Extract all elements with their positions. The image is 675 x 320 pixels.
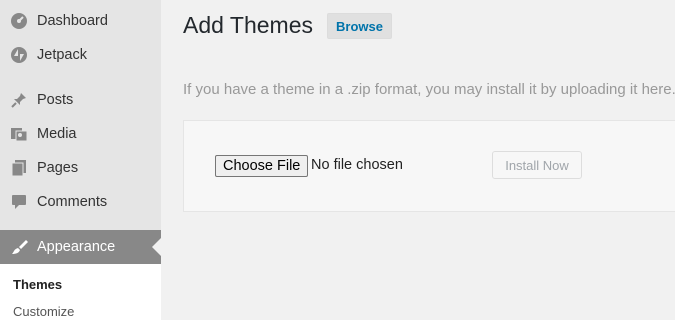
sidebar-item-label: Media — [37, 126, 77, 142]
sidebar-item-media[interactable]: Media — [0, 117, 161, 151]
sidebar-item-dashboard[interactable]: Dashboard — [0, 4, 161, 38]
pages-icon — [10, 159, 28, 177]
sidebar-item-label: Appearance — [37, 239, 116, 255]
brush-icon — [10, 238, 28, 256]
sidebar-item-label: Pages — [37, 160, 79, 176]
comment-icon — [10, 193, 28, 211]
choose-file-button[interactable]: Choose File — [215, 155, 309, 177]
sidebar-item-label: Dashboard — [37, 13, 108, 29]
sidebar-item-label: Posts — [37, 92, 74, 108]
current-menu-arrow — [152, 238, 161, 256]
upload-help-text: If you have a theme in a .zip format, yo… — [183, 81, 675, 98]
file-status-text: No file chosen — [311, 157, 403, 173]
media-icon — [10, 125, 28, 143]
sidebar-item-label: Comments — [37, 194, 108, 210]
appearance-submenu: Themes Customize — [0, 264, 161, 320]
sidebar-item-pages[interactable]: Pages — [0, 151, 161, 185]
jetpack-icon — [10, 46, 28, 64]
pin-icon — [10, 91, 28, 109]
submenu-item-themes[interactable]: Themes — [13, 277, 62, 292]
admin-sidebar: Dashboard Jetpack Posts Media Pages Comm… — [0, 0, 161, 320]
submenu-item-customize[interactable]: Customize — [13, 304, 74, 319]
sidebar-item-comments[interactable]: Comments — [0, 185, 161, 219]
sidebar-item-appearance[interactable]: Appearance — [0, 230, 161, 264]
page-title: Add Themes — [183, 12, 313, 38]
sidebar-item-posts[interactable]: Posts — [0, 83, 161, 117]
dashboard-icon — [10, 12, 28, 30]
browse-button[interactable]: Browse — [327, 13, 392, 39]
sidebar-item-jetpack[interactable]: Jetpack — [0, 38, 161, 72]
install-now-button[interactable]: Install Now — [492, 151, 582, 179]
sidebar-item-label: Jetpack — [37, 47, 87, 63]
